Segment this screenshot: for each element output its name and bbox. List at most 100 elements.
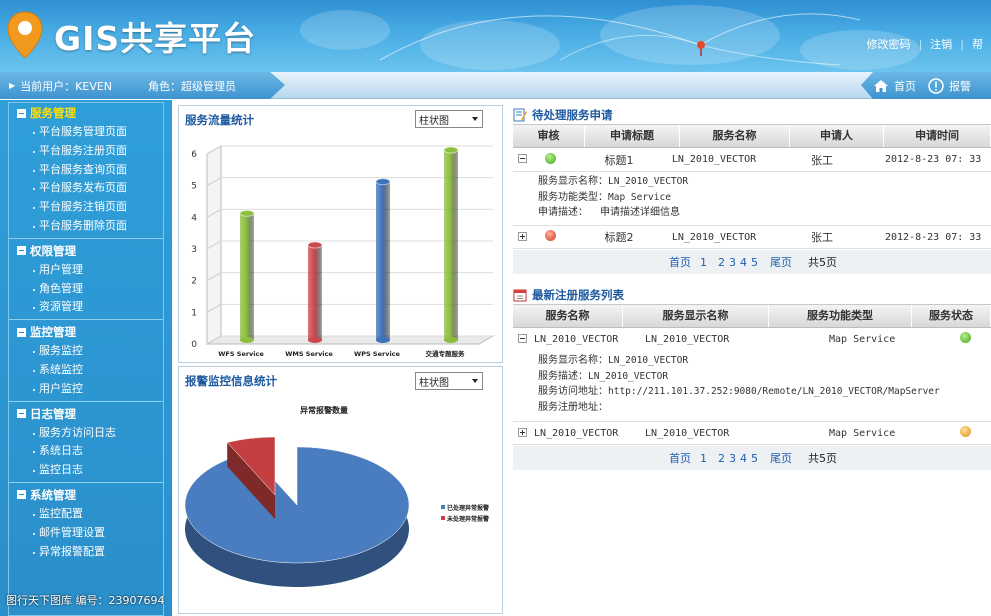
detail-line: 服务访问地址：http://211.101.37.252:9080/Remote… xyxy=(538,386,940,397)
sidebar-group-2[interactable]: 监控管理 xyxy=(9,322,163,342)
sidebar-item[interactable]: 系统监控 xyxy=(9,361,163,380)
display-name-link[interactable]: LN_2010_VECTOR xyxy=(639,334,779,345)
row-toggle[interactable] xyxy=(513,231,531,244)
pie-slice-0 xyxy=(184,446,410,564)
nav-home-label: 首页 xyxy=(894,79,916,93)
pager-first[interactable]: 首页 xyxy=(669,254,691,270)
sidebar-item[interactable]: 资源管理 xyxy=(9,298,163,317)
edit-document-icon xyxy=(513,108,527,122)
sidebar-group-0[interactable]: 服务管理 xyxy=(9,103,163,123)
nav-home[interactable]: 首页 xyxy=(873,78,916,94)
bar-top-0 xyxy=(239,209,255,217)
sidebar-group-4[interactable]: 系统管理 xyxy=(9,485,163,505)
pager-page-1[interactable]: 1 xyxy=(700,256,707,269)
collapse-icon xyxy=(17,246,26,256)
application-title-link[interactable]: 标题1 xyxy=(569,152,649,168)
sidebar-item[interactable]: 平台服务发布页面 xyxy=(9,179,163,198)
nav-alarm[interactable]: 报警 xyxy=(928,77,971,94)
table-row[interactable]: LN_2010_VECTOR LN_2010_VECTOR Map Servic… xyxy=(513,421,991,445)
col-function-type: 服务功能类型 xyxy=(769,305,912,327)
legend-swatch-1 xyxy=(441,516,445,520)
pager-page-2[interactable]: 2 xyxy=(718,452,725,465)
application-title-link[interactable]: 标题2 xyxy=(569,229,649,245)
help-link[interactable]: 帮 xyxy=(964,36,991,52)
row-toggle[interactable] xyxy=(513,427,531,440)
bar-0 xyxy=(240,213,254,340)
approved-icon xyxy=(544,152,556,164)
expand-icon xyxy=(517,427,527,437)
table-row[interactable]: LN_2010_VECTOR LN_2010_VECTOR Map Servic… xyxy=(513,327,991,351)
col-status: 服务状态 xyxy=(912,305,991,327)
sidebar-item[interactable]: 平台服务管理页面 xyxy=(9,123,163,142)
traffic-chart-title: 服务流量统计 xyxy=(185,113,254,127)
sidebar-item[interactable]: 邮件管理设置 xyxy=(9,524,163,543)
select-value: 柱状图 xyxy=(419,115,449,127)
sidebar-group-1[interactable]: 权限管理 xyxy=(9,241,163,261)
x-tick-label: WPS Service xyxy=(354,350,400,358)
detail-line: 服务功能类型：Map Service xyxy=(538,191,671,203)
header-links: 修改密码 | 注销 | 帮 xyxy=(859,36,991,52)
col-display-name: 服务显示名称 xyxy=(623,305,769,327)
applicant: 张工 xyxy=(811,231,833,244)
audit-status xyxy=(531,152,569,167)
home-icon xyxy=(874,79,888,92)
bar-top-3 xyxy=(443,146,459,154)
sidebar-item[interactable]: 平台服务查询页面 xyxy=(9,161,163,180)
y-tick-label: 2 xyxy=(191,277,197,287)
alarm-chart-type-select[interactable]: 柱状图 xyxy=(415,372,483,390)
pager-last[interactable]: 尾页 xyxy=(770,450,792,466)
legend-swatch-0 xyxy=(441,505,445,509)
watermark-text: 图行天下图库 编号：23907694 xyxy=(6,594,165,607)
change-password-link[interactable]: 修改密码 xyxy=(859,36,919,52)
pager-last[interactable]: 尾页 xyxy=(770,254,792,270)
col-applicant: 申请人 xyxy=(790,125,885,147)
sidebar-item[interactable]: 服务监控 xyxy=(9,342,163,361)
sidebar-item[interactable]: 监控配置 xyxy=(9,505,163,524)
traffic-chart-type-select[interactable]: 柱状图 xyxy=(415,110,483,128)
pager-first[interactable]: 首页 xyxy=(669,450,691,466)
row-toggle[interactable] xyxy=(513,333,531,346)
pending-pager: 首页 1 2 3 4 5 尾页 共5页 xyxy=(513,250,991,274)
sidebar-item[interactable]: 平台服务注销页面 xyxy=(9,198,163,217)
map-pin-icon xyxy=(697,41,705,56)
header-banner: GIS共享平台 修改密码 | 注销 | 帮 xyxy=(0,0,991,72)
pager-page-2[interactable]: 2 xyxy=(718,256,725,269)
table-row[interactable]: 标题2 LN_2010_VECTOR 张工 2012-8-23 07: 33 xyxy=(513,225,991,249)
row-toggle[interactable] xyxy=(513,153,531,166)
display-name-link[interactable]: LN_2010_VECTOR xyxy=(639,428,779,439)
sidebar-item[interactable]: 异常报警配置 xyxy=(9,543,163,562)
top-nav: 首页 报警 xyxy=(861,72,991,99)
sidebar-item[interactable]: 平台服务删除页面 xyxy=(9,217,163,236)
group-divider xyxy=(9,481,163,483)
sidebar-item[interactable]: 用户管理 xyxy=(9,261,163,280)
pager-page-3[interactable]: 3 xyxy=(729,256,736,269)
col-title: 申请标题 xyxy=(585,125,681,147)
group-divider xyxy=(9,400,163,402)
table-row[interactable]: 标题1 LN_2010_VECTOR 张工 2012-8-23 07: 33 xyxy=(513,148,991,172)
pager-page-3[interactable]: 3 xyxy=(729,452,736,465)
pager-page-4[interactable]: 4 xyxy=(740,452,747,465)
pager-page-1[interactable]: 1 xyxy=(700,452,707,465)
pager-page-5[interactable]: 5 xyxy=(751,452,758,465)
logout-link[interactable]: 注销 xyxy=(922,36,960,52)
sidebar-item[interactable]: 监控日志 xyxy=(9,461,163,480)
pager-page-5[interactable]: 5 xyxy=(751,256,758,269)
traffic-bar-chart: 0 1 2 3 4 5 6 WFS Service WMS Service WPS Service… xyxy=(191,145,495,358)
service-name-link[interactable]: LN_2010_VECTOR xyxy=(531,334,639,345)
collapse-icon xyxy=(517,333,527,343)
pager-total: 共5页 xyxy=(808,256,837,269)
applicant: 张工 xyxy=(811,153,833,167)
sidebar-item[interactable]: 角色管理 xyxy=(9,280,163,299)
sidebar-item[interactable]: 平台服务注册页面 xyxy=(9,142,163,161)
service-name-link[interactable]: LN_2010_VECTOR xyxy=(531,428,639,439)
chevron-down-icon xyxy=(472,379,478,383)
y-tick-label: 3 xyxy=(191,245,197,255)
bar-top-1 xyxy=(307,241,323,249)
sidebar-item[interactable]: 服务方访问日志 xyxy=(9,424,163,443)
sidebar-item[interactable]: 系统日志 xyxy=(9,442,163,461)
pager-page-4[interactable]: 4 xyxy=(740,256,747,269)
y-tick-label: 5 xyxy=(191,182,197,192)
sidebar-item[interactable]: 用户监控 xyxy=(9,380,163,399)
sidebar-group-3[interactable]: 日志管理 xyxy=(9,404,163,424)
bar-base-2 xyxy=(376,337,390,343)
